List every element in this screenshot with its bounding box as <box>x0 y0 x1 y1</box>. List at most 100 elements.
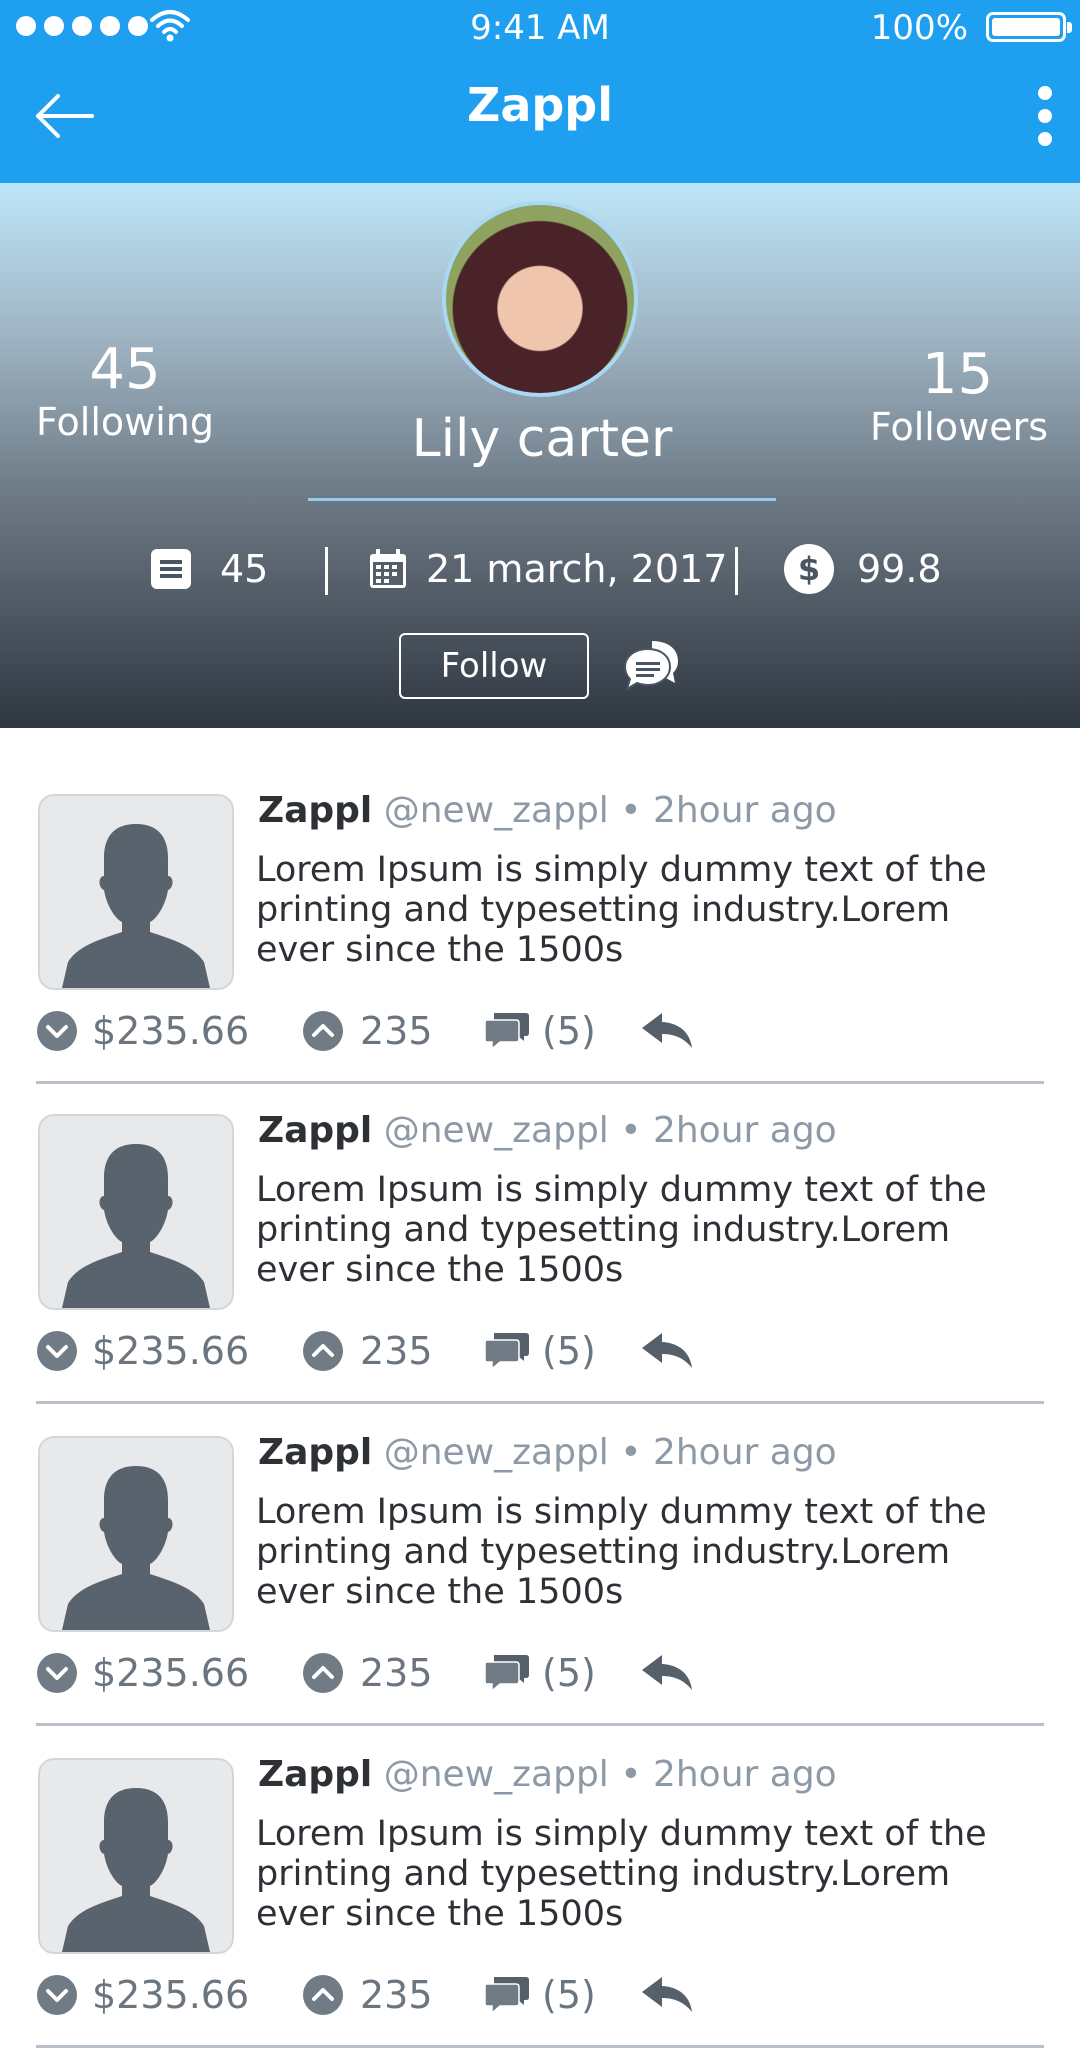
upvote-icon <box>303 1653 343 1693</box>
calendar-icon <box>370 549 406 588</box>
post-handle[interactable]: @new_zappl <box>384 790 609 831</box>
profile-header: 45 Following 15 Followers Lily carter 45 <box>0 183 1080 728</box>
comment-icon <box>484 1013 529 1051</box>
app-header: Zappl <box>0 56 1080 183</box>
reply-icon <box>642 1655 692 1690</box>
post-text: Lorem Ipsum is simply dummy text of the … <box>256 1170 987 1290</box>
battery-percentage: 100% <box>870 8 968 48</box>
reply-icon <box>642 1977 692 2012</box>
post-header: Zappl @new_zappl • 2hour ago <box>258 1754 837 1795</box>
posts-count: 45 <box>220 547 269 591</box>
profile-avatar[interactable] <box>442 201 638 397</box>
joined-date: 21 march, 2017 <box>426 547 728 591</box>
posts-icon <box>151 549 191 589</box>
post-text: Lorem Ipsum is simply dummy text of the … <box>256 1814 987 1934</box>
post-avatar[interactable] <box>38 1114 234 1310</box>
post-separator: • <box>620 1110 642 1151</box>
svg-text:$: $ <box>798 550 820 588</box>
user-silhouette-icon <box>62 1788 210 1952</box>
post-author[interactable]: Zappl <box>258 1754 372 1795</box>
comment-icon <box>484 1977 529 2015</box>
more-options-button[interactable] <box>1030 86 1060 146</box>
post-avatar[interactable] <box>38 1436 234 1632</box>
post-separator: • <box>620 790 642 831</box>
downvote-icon <box>37 1331 77 1371</box>
post-time: 2hour ago <box>652 790 837 831</box>
following-count: 45 <box>89 337 161 402</box>
post-comments: (5) <box>542 1009 596 1053</box>
post-votes: 235 <box>360 1329 433 1373</box>
post-amount: $235.66 <box>92 1651 250 1695</box>
upvote-button[interactable]: 235 <box>302 1326 433 1376</box>
reply-button[interactable] <box>640 1970 694 2020</box>
balance-info: $ 99.8 <box>783 539 942 599</box>
upvote-icon <box>303 1011 343 1051</box>
dollar-icon: $ <box>784 544 834 594</box>
post-comments: (5) <box>542 1329 596 1373</box>
comments-button[interactable]: (5) <box>484 1326 596 1376</box>
downvote-button[interactable]: $235.66 <box>36 1648 249 1698</box>
post-avatar[interactable] <box>38 1758 234 1954</box>
post-separator: • <box>620 1432 642 1473</box>
followers-label: Followers <box>870 405 1048 449</box>
profile-name: Lily carter <box>411 409 673 469</box>
downvote-button[interactable]: $235.66 <box>36 1970 249 2020</box>
post-amount: $235.66 <box>92 1973 250 2017</box>
post-time: 2hour ago <box>652 1110 837 1151</box>
downvote-icon <box>37 1975 77 2015</box>
post-votes: 235 <box>360 1973 433 2017</box>
comments-button[interactable]: (5) <box>484 1970 596 2020</box>
upvote-button[interactable]: 235 <box>302 1970 433 2020</box>
upvote-icon <box>303 1975 343 2015</box>
following-stat[interactable]: 45 Following <box>30 337 220 445</box>
post-author[interactable]: Zappl <box>258 1110 372 1151</box>
post-header: Zappl @new_zappl • 2hour ago <box>258 1110 837 1151</box>
user-silhouette-icon <box>62 1466 210 1630</box>
post-amount: $235.66 <box>92 1329 250 1373</box>
post-handle[interactable]: @new_zappl <box>384 1754 609 1795</box>
post-text: Lorem Ipsum is simply dummy text of the … <box>256 850 987 970</box>
upvote-button[interactable]: 235 <box>302 1648 433 1698</box>
reply-icon <box>642 1013 692 1048</box>
upvote-icon <box>303 1331 343 1371</box>
post-comments: (5) <box>542 1973 596 2017</box>
followers-stat[interactable]: 15 Followers <box>870 345 1048 450</box>
downvote-button[interactable]: $235.66 <box>36 1326 249 1376</box>
post-time: 2hour ago <box>652 1432 837 1473</box>
post-handle[interactable]: @new_zappl <box>384 1432 609 1473</box>
posts-count-info: 45 <box>150 539 268 599</box>
post-text: Lorem Ipsum is simply dummy text of the … <box>256 1492 987 1612</box>
post-author[interactable]: Zappl <box>258 1432 372 1473</box>
post-handle[interactable]: @new_zappl <box>384 1110 609 1151</box>
chat-bubbles-icon <box>623 641 678 692</box>
status-bar: 9:41 AM 100% <box>0 0 1080 56</box>
post-item[interactable]: Zappl @new_zappl • 2hour ago Lorem Ipsum… <box>0 1692 1080 2048</box>
reply-icon <box>642 1333 692 1368</box>
reply-button[interactable] <box>640 1326 694 1376</box>
post-separator: • <box>620 1754 642 1795</box>
downvote-icon <box>37 1011 77 1051</box>
post-item[interactable]: Zappl @new_zappl • 2hour ago Lorem Ipsum… <box>0 1370 1080 1726</box>
user-silhouette-icon <box>62 824 210 988</box>
post-amount: $235.66 <box>92 1009 250 1053</box>
post-comments: (5) <box>542 1651 596 1695</box>
balance-value: 99.8 <box>857 547 942 591</box>
follow-button[interactable]: Follow <box>399 633 589 699</box>
reply-button[interactable] <box>640 1648 694 1698</box>
post-author[interactable]: Zappl <box>258 790 372 831</box>
post-header: Zappl @new_zappl • 2hour ago <box>258 1432 837 1473</box>
downvote-icon <box>37 1653 77 1693</box>
name-underline <box>308 498 776 501</box>
comments-button[interactable]: (5) <box>484 1648 596 1698</box>
comment-icon <box>484 1333 529 1371</box>
profile-info-row: 45 21 march, 2017 $ 99.8 <box>0 539 1080 599</box>
following-label: Following <box>36 400 214 444</box>
post-item[interactable]: Zappl @new_zappl • 2hour ago Lorem Ipsum… <box>0 1048 1080 1404</box>
post-item[interactable]: Zappl @new_zappl • 2hour ago Lorem Ipsum… <box>0 728 1080 1084</box>
post-votes: 235 <box>360 1009 433 1053</box>
info-separator <box>735 547 738 595</box>
message-button[interactable] <box>622 635 686 695</box>
post-avatar[interactable] <box>38 794 234 990</box>
battery-icon <box>986 12 1072 42</box>
page-title: Zappl <box>466 78 614 132</box>
